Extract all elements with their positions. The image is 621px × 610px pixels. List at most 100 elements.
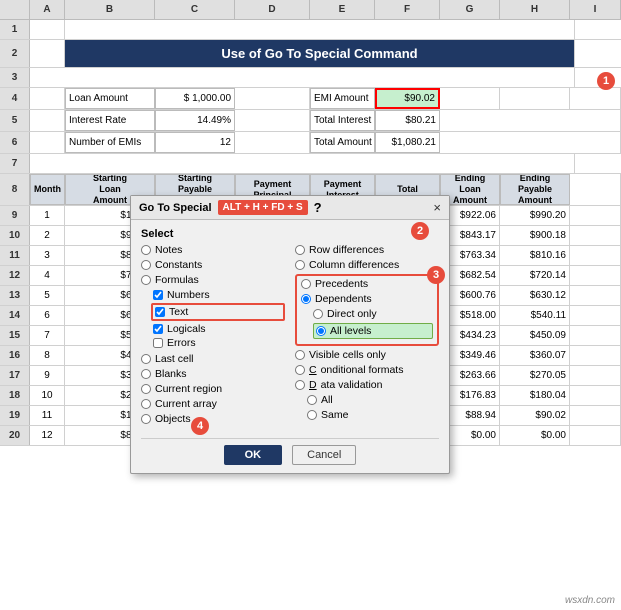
radio-all: All	[307, 394, 439, 406]
radio-dependents: Dependents	[301, 293, 433, 305]
question-mark: ?	[314, 200, 322, 215]
goto-special-dialog: Go To Special ALT + H + FD + S ? × Selec…	[130, 195, 450, 474]
dialog-close-button[interactable]: ×	[433, 200, 441, 215]
num-emis-value: 12	[155, 132, 235, 153]
radio-formulas-input[interactable]	[141, 275, 151, 285]
radio-current-array: Current array	[141, 398, 285, 410]
ok-button[interactable]: OK	[224, 445, 283, 465]
radio-notes-input[interactable]	[141, 245, 151, 255]
check-errors: Errors	[153, 337, 285, 349]
total-interest-label: Total Interest	[310, 110, 375, 131]
watermark: wsxdn.com	[565, 595, 615, 606]
row-3: 3	[0, 68, 621, 88]
badge-2: 2	[411, 222, 429, 240]
radio-row-diff: Row differences	[295, 244, 439, 256]
badge-3: 3	[427, 266, 445, 284]
col-header-a: A	[30, 0, 65, 19]
col-header-c: C	[155, 0, 235, 19]
radio-col-diff-input[interactable]	[295, 260, 305, 270]
radio-current-array-input[interactable]	[141, 399, 151, 409]
cancel-button[interactable]: Cancel	[292, 445, 356, 465]
check-errors-input[interactable]	[153, 338, 163, 348]
radio-conditional-formats-input[interactable]	[295, 365, 305, 375]
radio-col-diff: Column differences	[295, 259, 439, 271]
emi-amount-value: $90.02	[375, 88, 440, 109]
radio-precedents: Precedents	[301, 278, 433, 290]
col-header-g: G	[440, 0, 500, 19]
radio-last-cell-input[interactable]	[141, 354, 151, 364]
th-ending-payable: EndingPayableAmount	[500, 174, 570, 205]
radio-visible-cells: Visible cells only	[295, 349, 439, 361]
check-numbers-input[interactable]	[153, 290, 163, 300]
radio-blanks-input[interactable]	[141, 369, 151, 379]
radio-same-input[interactable]	[307, 410, 317, 420]
total-payable-label: Total Amount Payable	[310, 132, 375, 153]
interest-rate-value: 14.49%	[155, 110, 235, 131]
badge-4: 4	[191, 417, 209, 435]
loan-amount-label: Loan Amount	[65, 88, 155, 109]
row-2: 2 Use of Go To Special Command	[0, 40, 621, 68]
total-interest-value: $80.21	[375, 110, 440, 131]
dialog-buttons: 4 OK Cancel	[141, 438, 439, 465]
row-7: 7	[0, 154, 621, 174]
num-emis-label: Number of EMIs	[65, 132, 155, 153]
check-logicals: Logicals	[153, 323, 285, 335]
radio-conditional-formats: Conditional formats	[295, 364, 439, 376]
radio-constants: Constants	[141, 259, 285, 271]
radio-dependents-input[interactable]	[301, 294, 311, 304]
row-4: 4 Loan Amount $ 1,000.00 EMI Amount $90.…	[0, 88, 621, 110]
dialog-title-bar: Go To Special ALT + H + FD + S ? ×	[131, 196, 449, 220]
spreadsheet: A B C D E F G H I 1 2 Use of Go To Speci…	[0, 0, 621, 610]
radio-all-levels-input[interactable]	[316, 326, 326, 336]
check-numbers: Numbers	[153, 289, 285, 301]
col-header-b: B	[65, 0, 155, 19]
col-header-i: I	[570, 0, 621, 19]
check-text-input[interactable]	[155, 307, 165, 317]
radio-last-cell: Last cell	[141, 353, 285, 365]
dialog-right-col: Row differences Column differences 3 Pre…	[295, 244, 439, 428]
radio-objects: Objects	[141, 413, 285, 425]
th-month: Month	[30, 174, 65, 205]
radio-direct-only-input[interactable]	[313, 309, 323, 319]
select-label: Select	[141, 228, 173, 240]
check-logicals-input[interactable]	[153, 324, 163, 334]
radio-all-levels: All levels	[313, 323, 433, 339]
radio-formulas: Formulas	[141, 274, 285, 286]
radio-visible-cells-input[interactable]	[295, 350, 305, 360]
interest-rate-label: Interest Rate	[65, 110, 155, 131]
spreadsheet-title: Use of Go To Special Command	[65, 40, 575, 67]
radio-objects-input[interactable]	[141, 414, 151, 424]
loan-amount-value: $ 1,000.00	[155, 88, 235, 109]
radio-current-region-input[interactable]	[141, 384, 151, 394]
col-header-d: D	[235, 0, 310, 19]
radio-same: Same	[307, 409, 439, 421]
radio-current-region: Current region	[141, 383, 285, 395]
row-6: 6 Number of EMIs 12 Total Amount Payable…	[0, 132, 621, 154]
radio-precedents-input[interactable]	[301, 279, 311, 289]
precedents-dependents-box: 3 Precedents Dependents Direct only	[295, 274, 439, 346]
total-payable-value: $1,080.21	[375, 132, 440, 153]
dialog-options: Notes Constants Formulas Numbers	[141, 244, 439, 428]
radio-data-validation: Data validation	[295, 379, 439, 391]
col-header-h: H	[500, 0, 570, 19]
row-1: 1	[0, 20, 621, 40]
radio-all-input[interactable]	[307, 395, 317, 405]
col-header-rownum	[0, 0, 30, 19]
shortcut-badge: ALT + H + FD + S	[218, 200, 308, 215]
emi-amount-label: EMI Amount	[310, 88, 375, 109]
radio-data-validation-input[interactable]	[295, 380, 305, 390]
dialog-body: Select 2 Notes Constants Formu	[131, 220, 449, 473]
check-text: Text	[151, 303, 285, 321]
radio-constants-input[interactable]	[141, 260, 151, 270]
column-headers: A B C D E F G H I	[0, 0, 621, 20]
dialog-left-col: Notes Constants Formulas Numbers	[141, 244, 285, 428]
col-header-f: F	[375, 0, 440, 19]
radio-notes: Notes	[141, 244, 285, 256]
row-5: 5 Interest Rate 14.49% Total Interest $8…	[0, 110, 621, 132]
radio-row-diff-input[interactable]	[295, 245, 305, 255]
col-header-e: E	[310, 0, 375, 19]
dialog-title: Go To Special	[139, 202, 212, 214]
radio-blanks: Blanks	[141, 368, 285, 380]
radio-direct-only: Direct only	[313, 308, 433, 320]
badge-1: 1	[597, 72, 615, 90]
